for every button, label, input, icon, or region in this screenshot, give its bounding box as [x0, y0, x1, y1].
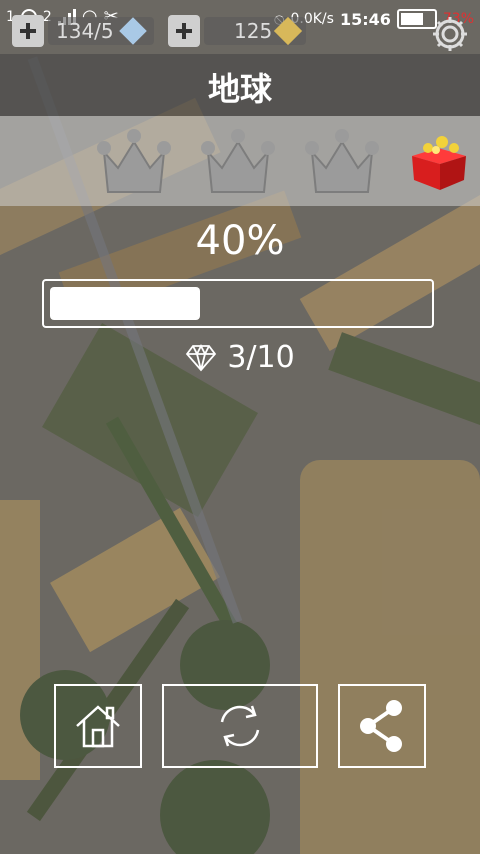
gift-box-icon[interactable]: [408, 134, 470, 192]
cube-count: 134/5: [56, 19, 114, 43]
progress-bar: [42, 279, 434, 328]
crown-icon: [201, 129, 275, 193]
gold-currency: 125: [168, 14, 307, 48]
gold-count: 125: [234, 19, 273, 43]
gold-counter: 125: [204, 16, 307, 46]
restart-icon: [220, 705, 260, 747]
crown-icon: [97, 129, 171, 193]
cube-counter: 134/5: [48, 17, 154, 45]
add-cubes-button[interactable]: [12, 15, 44, 47]
diamond-icon: [186, 343, 217, 371]
restart-button[interactable]: [162, 684, 318, 768]
crown-icon: [305, 129, 379, 193]
ice-cube-icon: [118, 17, 147, 45]
level-title-bar: 地球: [0, 54, 480, 116]
level-title: 地球: [207, 70, 272, 108]
progress-bar-fill: [50, 287, 200, 320]
crown-rating: [0, 116, 480, 206]
add-gold-button[interactable]: [168, 15, 200, 47]
home-icon: [76, 705, 120, 748]
gear-icon[interactable]: [430, 14, 470, 54]
home-button[interactable]: [54, 684, 142, 768]
cube-currency: 134/5: [12, 14, 154, 48]
completion-percent: 40%: [195, 218, 285, 264]
share-button[interactable]: [338, 684, 426, 768]
gold-gem-icon: [274, 16, 303, 46]
share-icon: [360, 700, 402, 752]
gem-count: 3/10: [227, 340, 295, 375]
gem-counter: 3/10: [0, 340, 480, 375]
clock: 15:46: [339, 9, 391, 29]
